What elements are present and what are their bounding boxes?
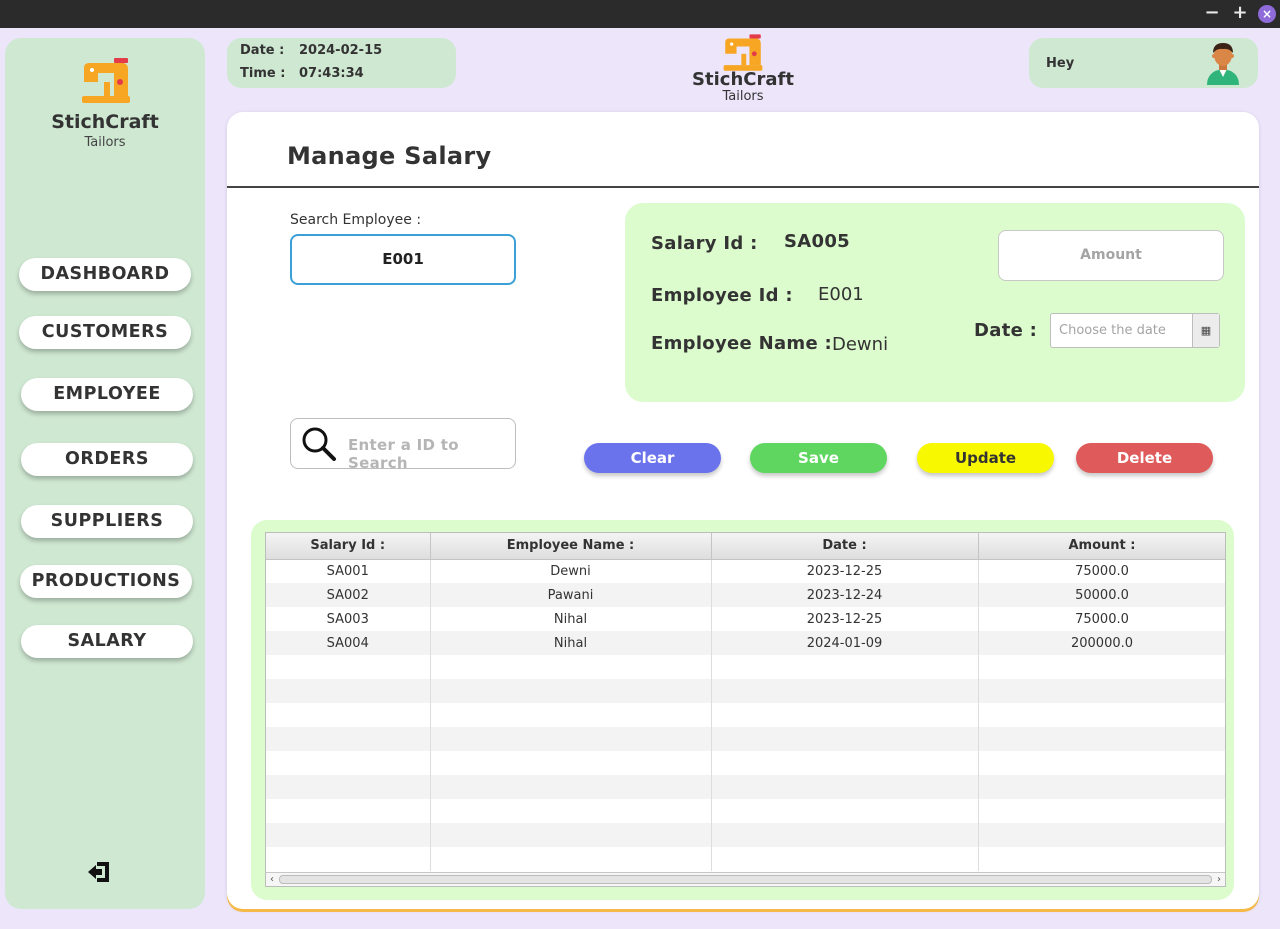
user-panel: Hey: [1029, 38, 1258, 88]
search-employee-input[interactable]: E001: [290, 234, 516, 285]
horizontal-scrollbar[interactable]: ‹ ›: [266, 872, 1225, 886]
column-header[interactable]: Amount :: [978, 533, 1225, 560]
salary-id-value: SA005: [784, 231, 850, 252]
table-row[interactable]: SA003 Nihal 2023-12-25 75000.0: [266, 607, 1225, 631]
nav-orders-button[interactable]: ORDERS: [21, 443, 193, 476]
table-cell: 2023-12-24: [711, 583, 979, 607]
search-employee-label: Search Employee :: [290, 212, 422, 228]
table-cell: SA004: [266, 631, 431, 655]
empty-table-row: [266, 703, 1225, 727]
empty-table-row: [266, 751, 1225, 775]
table-header-row: Salary Id : Employee Name : Date : Amoun…: [266, 533, 1225, 560]
employee-name-label: Employee Name :: [651, 333, 833, 354]
salary-table-panel: Salary Id : Employee Name : Date : Amoun…: [251, 520, 1234, 900]
sidebar: StichCraft Tailors DASHBOARD CUSTOMERS E…: [5, 38, 205, 909]
scroll-right-icon[interactable]: ›: [1213, 873, 1225, 886]
date-field-label: Date :: [974, 320, 1038, 341]
search-icon: [302, 427, 336, 461]
user-avatar-icon[interactable]: [1203, 41, 1243, 85]
date-input[interactable]: Choose the date: [1059, 323, 1166, 338]
empty-table-row: [266, 727, 1225, 751]
maximize-icon[interactable]: +: [1231, 4, 1249, 22]
table-cell: 50000.0: [978, 583, 1225, 607]
table-cell: SA001: [266, 559, 431, 583]
header-brand-title: StichCraft: [692, 69, 794, 90]
table-cell: Dewni: [430, 559, 712, 583]
empty-table-row: [266, 679, 1225, 703]
table-cell: 2024-01-09: [711, 631, 979, 655]
table-cell: Pawani: [430, 583, 712, 607]
datetime-panel: Date : 2024-02-15 Time : 07:43:34: [227, 38, 456, 88]
empty-table-row: [266, 775, 1225, 799]
sewing-machine-icon: [82, 58, 130, 103]
table-cell: Nihal: [430, 631, 712, 655]
id-search-box[interactable]: Enter a ID to Search: [290, 418, 516, 472]
time-value: 07:43:34: [299, 66, 364, 81]
greeting-text: Hey: [1046, 56, 1075, 71]
nav-employee-button[interactable]: EMPLOYEE: [21, 378, 193, 411]
table-row[interactable]: SA002 Pawani 2023-12-24 50000.0: [266, 583, 1225, 607]
employee-id-label: Employee Id :: [651, 285, 793, 306]
window-titlebar: − + ×: [0, 0, 1280, 28]
calendar-icon[interactable]: ▦: [1192, 314, 1219, 347]
table-row[interactable]: SA001 Dewni 2023-12-25 75000.0: [266, 559, 1225, 583]
table-cell: SA003: [266, 607, 431, 631]
page-title: Manage Salary: [287, 142, 492, 170]
salary-table[interactable]: Salary Id : Employee Name : Date : Amoun…: [265, 532, 1226, 887]
empty-table-row: [266, 847, 1225, 871]
table-cell: SA002: [266, 583, 431, 607]
sidebar-brand-subtitle: Tailors: [84, 135, 126, 150]
scrollbar-thumb[interactable]: [279, 875, 1212, 884]
salary-form-panel: Salary Id : SA005 Employee Id : E001 Emp…: [625, 203, 1245, 402]
id-search-input[interactable]: Enter a ID to Search: [348, 436, 515, 472]
salary-id-label: Salary Id :: [651, 233, 758, 254]
title-divider: [227, 186, 1259, 188]
minimize-icon[interactable]: −: [1203, 4, 1221, 22]
time-label: Time :: [240, 66, 286, 81]
nav-suppliers-button[interactable]: SUPPLIERS: [21, 505, 193, 538]
column-header[interactable]: Date :: [711, 533, 979, 560]
close-icon[interactable]: ×: [1258, 5, 1276, 23]
nav-dashboard-button[interactable]: DASHBOARD: [19, 258, 191, 291]
table-cell: 200000.0: [978, 631, 1225, 655]
empty-table-row: [266, 655, 1225, 679]
save-button[interactable]: Save: [750, 443, 887, 473]
scroll-left-icon[interactable]: ‹: [266, 873, 278, 886]
date-value: 2024-02-15: [299, 43, 383, 58]
amount-input[interactable]: Amount: [998, 230, 1224, 281]
empty-table-row: [266, 823, 1225, 847]
column-header[interactable]: Salary Id :: [266, 533, 431, 560]
delete-button[interactable]: Delete: [1076, 443, 1213, 473]
table-cell: 75000.0: [978, 607, 1225, 631]
date-label: Date :: [240, 43, 285, 58]
header-brand-subtitle: Tailors: [722, 89, 764, 104]
table-cell: 2023-12-25: [711, 559, 979, 583]
table-cell: Nihal: [430, 607, 712, 631]
table-cell: 2023-12-25: [711, 607, 979, 631]
table-cell: 75000.0: [978, 559, 1225, 583]
sewing-machine-icon: [723, 34, 763, 71]
logout-icon[interactable]: [87, 860, 111, 884]
nav-customers-button[interactable]: CUSTOMERS: [19, 316, 191, 349]
main-content: Manage Salary Search Employee : E001 Sal…: [227, 112, 1259, 909]
table-row[interactable]: SA004 Nihal 2024-01-09 200000.0: [266, 631, 1225, 655]
employee-name-value: Dewni: [832, 334, 889, 355]
clear-button[interactable]: Clear: [584, 443, 721, 473]
empty-table-row: [266, 799, 1225, 823]
employee-id-value: E001: [818, 284, 864, 305]
date-picker[interactable]: Choose the date ▦: [1050, 313, 1220, 348]
nav-productions-button[interactable]: PRODUCTIONS: [20, 565, 192, 598]
update-button[interactable]: Update: [917, 443, 1054, 473]
column-header[interactable]: Employee Name :: [430, 533, 712, 560]
nav-salary-button[interactable]: SALARY: [21, 625, 193, 658]
sidebar-brand-title: StichCraft: [51, 111, 159, 133]
